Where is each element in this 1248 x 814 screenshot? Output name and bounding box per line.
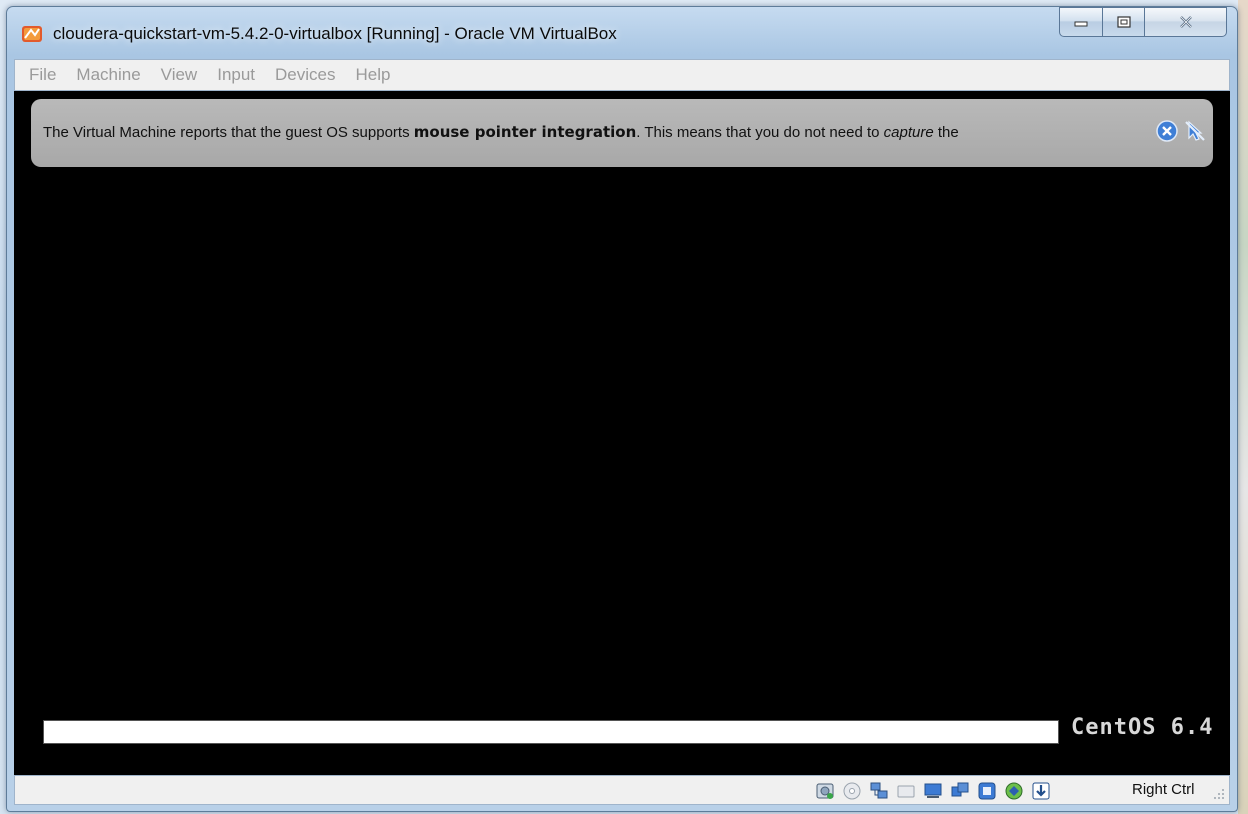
window-title: cloudera-quickstart-vm-5.4.2-0-virtualbo… — [53, 24, 617, 43]
host-key-label: Right Ctrl — [1132, 781, 1195, 798]
restore-icon — [1116, 16, 1131, 28]
menu-machine[interactable]: Machine — [76, 65, 140, 85]
mouse-integration-notice: The Virtual Machine reports that the gue… — [31, 99, 1213, 167]
desktop-background — [1238, 0, 1248, 814]
virtualbox-window: cloudera-quickstart-vm-5.4.2-0-virtualbo… — [6, 6, 1238, 812]
shared-folders-icon[interactable] — [923, 781, 943, 801]
display-icon[interactable] — [950, 781, 970, 801]
close-notice-icon[interactable] — [1155, 119, 1179, 143]
network-icon[interactable] — [869, 781, 889, 801]
minimize-icon — [1074, 21, 1088, 27]
mouse-integration-icon[interactable] — [1031, 781, 1051, 801]
maximize-button[interactable] — [1103, 7, 1145, 37]
menu-help[interactable]: Help — [356, 65, 391, 85]
notice-text-after: the — [933, 124, 959, 141]
notice-bold-text: mouse pointer integration — [413, 123, 637, 141]
menu-input[interactable]: Input — [217, 65, 255, 85]
title-bar[interactable]: cloudera-quickstart-vm-5.4.2-0-virtualbo… — [7, 7, 1237, 57]
menu-devices[interactable]: Devices — [275, 65, 335, 85]
optical-drive-icon[interactable] — [842, 781, 862, 801]
close-button[interactable] — [1145, 7, 1227, 37]
menu-view[interactable]: View — [161, 65, 198, 85]
close-icon — [1179, 16, 1192, 28]
boot-progress-fill — [44, 721, 1058, 743]
notice-text-middle: . This means that you do not need to — [636, 124, 884, 141]
virtualbox-app-icon — [22, 26, 42, 42]
notice-italic-text: capture — [883, 124, 934, 141]
caption-buttons — [1059, 7, 1227, 37]
virtualization-icon[interactable] — [1004, 781, 1024, 801]
status-bar: Right Ctrl — [14, 775, 1230, 805]
menu-file[interactable]: File — [29, 65, 56, 85]
video-capture-icon[interactable] — [977, 781, 997, 801]
notice-actions — [1155, 119, 1207, 145]
menu-bar: File Machine View Input Devices Help — [14, 59, 1230, 91]
usb-icon[interactable] — [896, 781, 916, 801]
notice-text-before: The Virtual Machine reports that the gue… — [43, 124, 414, 141]
hard-disk-icon[interactable] — [815, 781, 835, 801]
notice-message: The Virtual Machine reports that the gue… — [43, 123, 959, 141]
resize-grip-icon[interactable] — [1213, 788, 1225, 800]
boot-progress-bar — [43, 720, 1059, 744]
status-indicators — [815, 780, 1051, 802]
os-label: CentOS 6.4 — [1071, 715, 1214, 740]
minimize-button[interactable] — [1059, 7, 1103, 37]
vm-display[interactable]: The Virtual Machine reports that the gue… — [14, 91, 1230, 775]
mouse-integration-off-icon[interactable] — [1183, 119, 1207, 143]
